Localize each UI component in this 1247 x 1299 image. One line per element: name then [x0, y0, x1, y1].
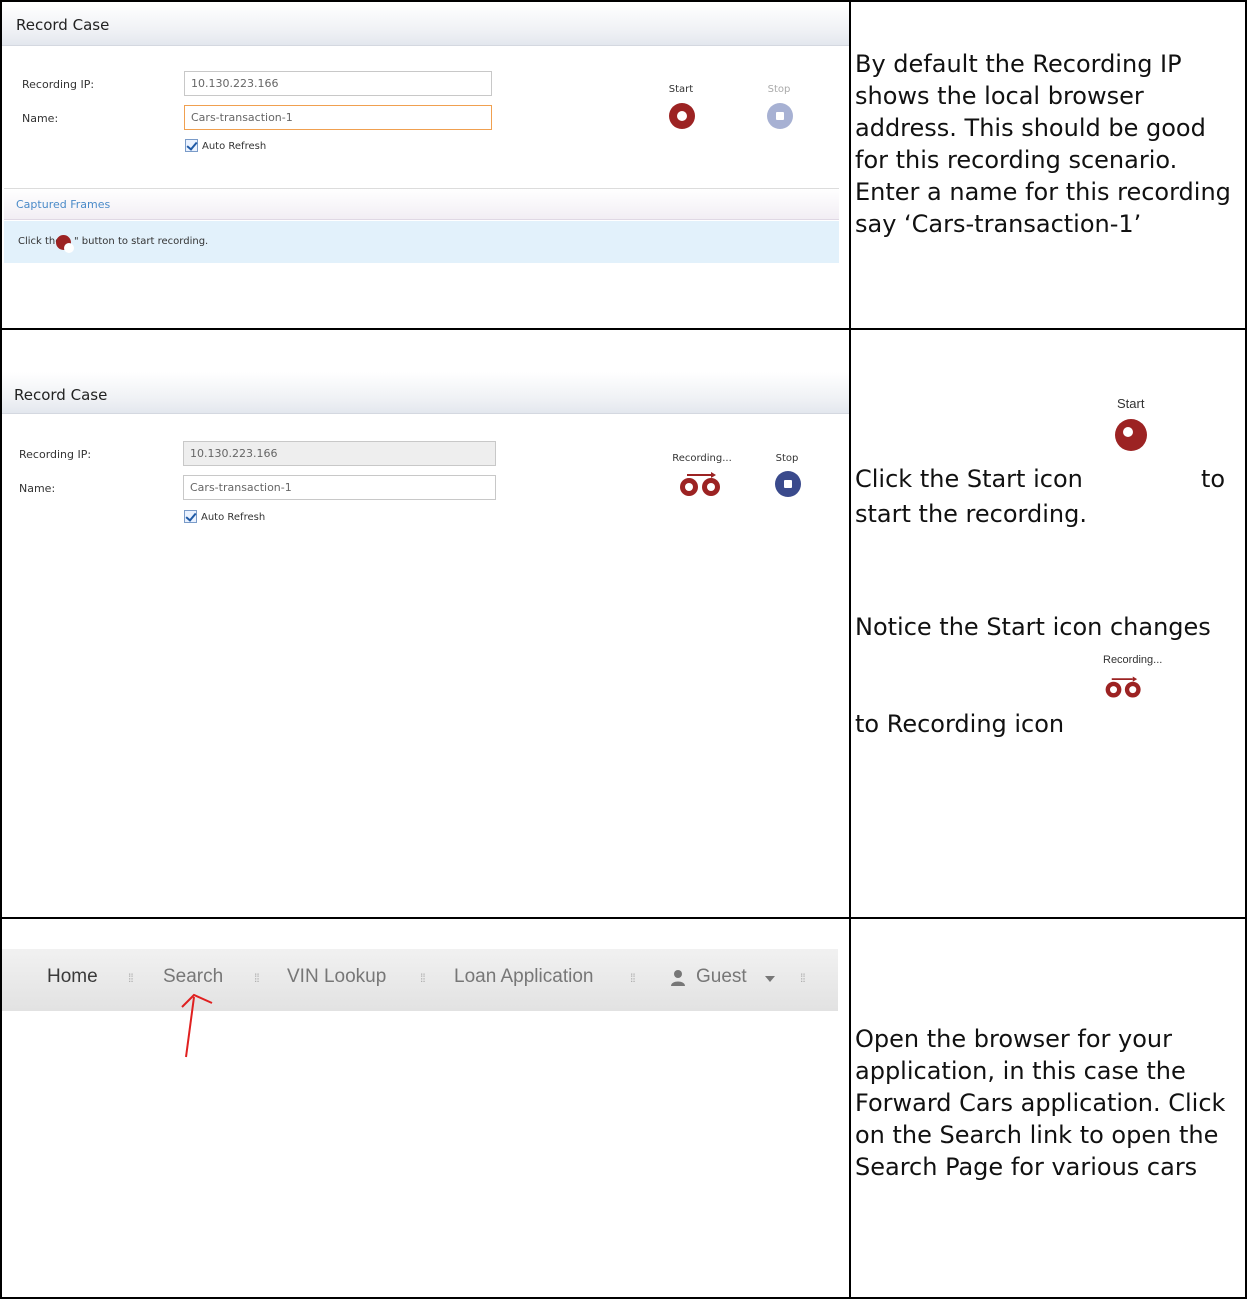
recording-ip-label: Recording IP: — [19, 448, 92, 461]
step2-instruction-b2: to Recording icon — [855, 710, 1065, 738]
auto-refresh-checkbox[interactable] — [185, 139, 198, 152]
record-case-panel-recording: Record Case Recording IP: 10.130.223.166… — [2, 330, 849, 917]
panel-title: Record Case — [16, 16, 110, 34]
nav-separator: ⁞⁞ — [128, 971, 134, 985]
step1-screenshot-cell: Record Case Recording IP: 10.130.223.166… — [0, 0, 851, 330]
stop-label: Stop — [767, 84, 791, 95]
start-label: Start — [668, 84, 694, 95]
recording-ip-field[interactable]: 10.130.223.166 — [184, 71, 492, 96]
red-arrow-annotation — [181, 993, 213, 1058]
nav-home[interactable]: Home — [47, 966, 98, 988]
recording-ip-field: 10.130.223.166 — [183, 441, 496, 466]
record-case-panel: Record Case Recording IP: 10.130.223.166… — [2, 2, 849, 328]
panel-header: Record Case — [2, 4, 849, 46]
auto-refresh-label: Auto Refresh — [202, 141, 267, 152]
step1-instruction-text: By default the Recording IP shows the lo… — [855, 50, 1231, 238]
user-icon — [671, 970, 685, 986]
forward-cars-navbar: Home ⁞⁞ Search ⁞⁞ VIN Lookup ⁞⁞ Loan App… — [2, 949, 838, 1011]
step1-instruction-cell: By default the Recording IP shows the lo… — [849, 0, 1247, 330]
captured-frames-header: Captured Frames — [4, 188, 839, 220]
step2-instruction-a1: Click the Start icon — [855, 465, 1083, 493]
name-label: Name: — [22, 112, 59, 125]
name-label: Name: — [19, 482, 56, 495]
step2-instruction-b1: Notice the Start icon changes — [855, 613, 1211, 641]
auto-refresh-label: Auto Refresh — [201, 512, 266, 523]
panel-header: Record Case — [2, 372, 849, 414]
stop-record-icon[interactable] — [767, 103, 793, 129]
start-record-icon[interactable] — [669, 103, 695, 129]
recording-label: Recording... — [672, 453, 732, 464]
step2-instruction-a2: to — [1201, 465, 1226, 493]
nav-search[interactable]: Search — [163, 966, 223, 988]
recording-label-small: Recording... — [1103, 654, 1163, 666]
nav-loan-application[interactable]: Loan Application — [454, 966, 593, 988]
step2-screenshot-cell: Record Case Recording IP: 10.130.223.166… — [0, 328, 851, 919]
captured-frames-title[interactable]: Captured Frames — [16, 198, 110, 211]
recording-reels-icon — [1105, 676, 1141, 698]
recording-ip-label: Recording IP: — [22, 78, 95, 91]
start-label-small: Start — [1117, 396, 1145, 411]
panel-title: Record Case — [14, 386, 108, 404]
name-field[interactable]: Cars-transaction-1 — [183, 475, 496, 500]
start-icon-illustration — [1115, 419, 1147, 451]
nav-separator: ⁞⁞ — [800, 971, 806, 985]
start-hint-bar: Click the " " button to start recording. — [4, 221, 839, 263]
stop-record-icon[interactable] — [775, 471, 801, 497]
hint-suffix: " button to start recording. — [74, 236, 209, 247]
stop-label: Stop — [775, 453, 799, 464]
caret-down-icon[interactable] — [765, 976, 775, 983]
auto-refresh-checkbox[interactable] — [184, 510, 197, 523]
name-field[interactable]: Cars-transaction-1 — [184, 105, 492, 130]
nav-separator: ⁞⁞ — [420, 971, 426, 985]
step2-instruction-a3: start the recording. — [855, 500, 1087, 528]
step3-instruction-text: Open the browser for your application, i… — [855, 1025, 1226, 1181]
step2-instruction-cell: Start Click the Start icon to start the … — [849, 328, 1247, 919]
nav-separator: ⁞⁞ — [254, 971, 260, 985]
recording-reels-icon — [680, 472, 720, 496]
nav-guest[interactable]: Guest — [696, 966, 747, 988]
step3-screenshot-cell: Home ⁞⁞ Search ⁞⁞ VIN Lookup ⁞⁞ Loan App… — [0, 917, 851, 1299]
nav-vin-lookup[interactable]: VIN Lookup — [287, 966, 386, 988]
start-icon-inline — [56, 235, 74, 253]
nav-separator: ⁞⁞ — [630, 971, 636, 985]
step3-instruction-cell: Open the browser for your application, i… — [849, 917, 1247, 1299]
instruction-table: Record Case Recording IP: 10.130.223.166… — [0, 0, 1247, 1299]
